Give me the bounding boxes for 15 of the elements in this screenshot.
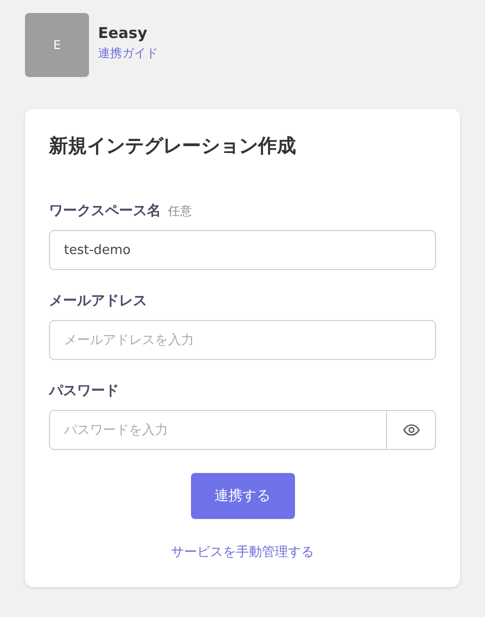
optional-hint: 任意 [168,203,192,220]
password-field[interactable]: パスワードを入力 [49,410,387,450]
app-name: Eeasy [98,24,148,42]
field-label: ワークスペース名 [49,202,161,220]
form-title: 新規インテグレーション作成 [49,134,297,159]
guide-link[interactable]: 連携ガイド [98,45,158,62]
workspace-name-field[interactable]: test-demo [49,230,436,270]
field-label: メールアドレス [49,292,147,310]
eye-icon [402,424,420,436]
app-logo: E [25,13,89,77]
show-password-button[interactable] [387,410,436,450]
connect-button[interactable]: 連携する [190,473,294,519]
email-field[interactable]: メールアドレスを入力 [49,320,436,360]
field-label: パスワード [49,382,119,400]
manual-manage-link[interactable]: サービスを手動管理する [171,543,314,561]
